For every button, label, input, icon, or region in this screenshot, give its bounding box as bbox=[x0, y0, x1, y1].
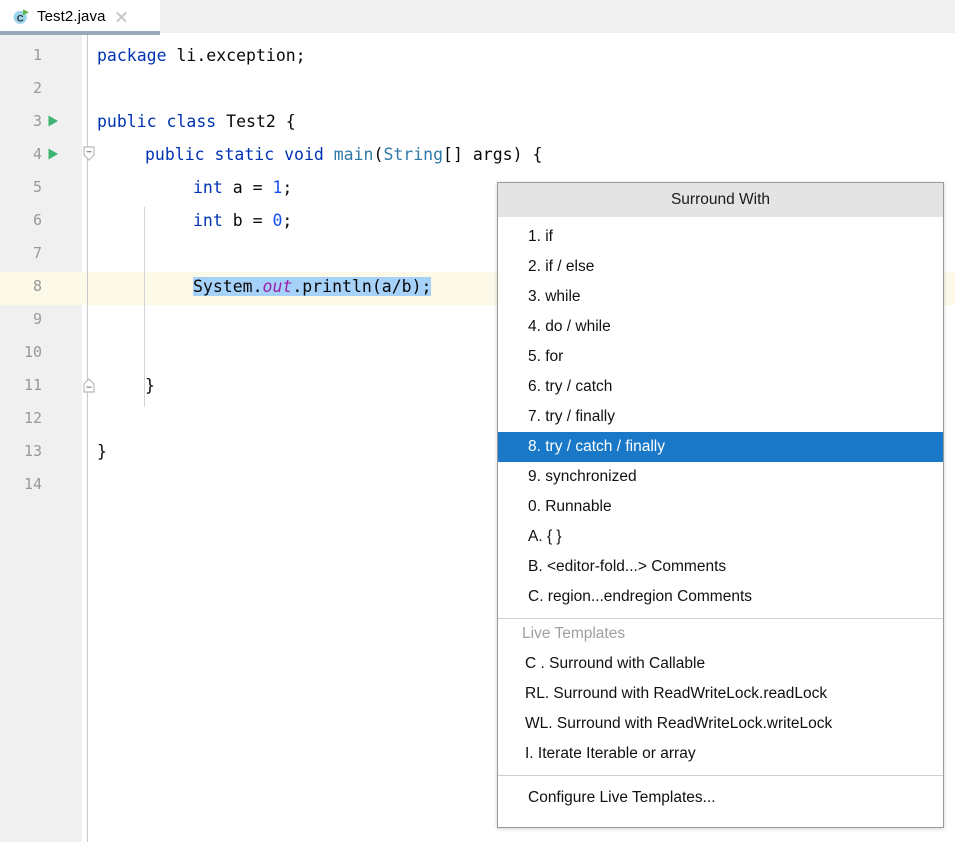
configure-live-templates-button[interactable]: Configure Live Templates... bbox=[498, 783, 943, 813]
popup-item-braces[interactable]: A. { } bbox=[498, 522, 943, 552]
java-class-icon: C bbox=[12, 8, 30, 26]
close-icon[interactable] bbox=[115, 10, 128, 23]
editor-tab-test2-java[interactable]: C Test2.java bbox=[0, 0, 160, 33]
code-text-plain: [] args) { bbox=[443, 145, 543, 164]
popup-item-editor-fold-comments[interactable]: B. <editor-fold...> Comments bbox=[498, 552, 943, 582]
code-line[interactable]: 4 public static void main(String[] args)… bbox=[0, 138, 955, 171]
line-number: 6 bbox=[32, 211, 42, 229]
run-class-icon[interactable] bbox=[45, 113, 61, 129]
popup-item-surround-with-writelock[interactable]: WL. Surround with ReadWriteLock.writeLoc… bbox=[498, 709, 943, 739]
line-number: 2 bbox=[32, 79, 42, 97]
surround-with-popup[interactable]: Surround With 1. if 2. if / else 3. whil… bbox=[497, 182, 944, 828]
line-number: 7 bbox=[32, 244, 42, 262]
code-number-literal: 0 bbox=[272, 211, 283, 230]
code-keyword: int bbox=[193, 178, 223, 197]
code-content: package li.exception; bbox=[97, 39, 306, 72]
popup-item-surround-with-readlock[interactable]: RL. Surround with ReadWriteLock.readLock bbox=[498, 679, 943, 709]
code-line[interactable]: 3 public class Test2 { bbox=[0, 105, 955, 138]
editor-tab-bar: C Test2.java bbox=[0, 0, 955, 35]
popup-item-try-finally[interactable]: 7. try / finally bbox=[498, 402, 943, 432]
popup-item-for[interactable]: 5. for bbox=[498, 342, 943, 372]
code-text-plain: System. bbox=[193, 277, 263, 296]
code-text-plain: ; bbox=[282, 211, 293, 230]
code-content: } bbox=[97, 435, 107, 468]
code-content: public static void main(String[] args) { bbox=[145, 138, 542, 171]
code-static-field: out bbox=[262, 277, 293, 296]
surround-with-options-list[interactable]: 1. if 2. if / else 3. while 4. do / whil… bbox=[498, 217, 943, 612]
popup-item-try-catch[interactable]: 6. try / catch bbox=[498, 372, 943, 402]
line-number: 5 bbox=[32, 178, 42, 196]
live-templates-list[interactable]: C . Surround with Callable RL. Surround … bbox=[498, 649, 943, 769]
code-content: } bbox=[145, 369, 155, 402]
fold-collapse-icon[interactable] bbox=[80, 145, 98, 163]
code-text-plain: .println(a/b); bbox=[292, 277, 432, 296]
code-text-plain: b = bbox=[222, 211, 273, 230]
live-templates-section-title: Live Templates bbox=[522, 625, 626, 642]
line-number: 10 bbox=[23, 343, 42, 361]
code-keyword: public bbox=[97, 112, 157, 131]
code-text-plain: li.exception; bbox=[166, 46, 306, 65]
code-text-plain: } bbox=[145, 376, 155, 395]
code-keyword: package bbox=[97, 46, 167, 65]
code-keyword: public static void bbox=[145, 145, 334, 164]
popup-item-if[interactable]: 1. if bbox=[498, 222, 943, 252]
line-number: 11 bbox=[23, 376, 42, 394]
line-number: 12 bbox=[23, 409, 42, 427]
code-type-name: String bbox=[383, 145, 444, 164]
popup-item-while[interactable]: 3. while bbox=[498, 282, 943, 312]
popup-item-runnable[interactable]: 0. Runnable bbox=[498, 492, 943, 522]
code-content: public class Test2 { bbox=[97, 105, 296, 138]
code-text-plain: { bbox=[275, 112, 296, 131]
run-method-icon[interactable] bbox=[45, 146, 61, 162]
code-keyword: int bbox=[193, 211, 223, 230]
code-content: int a = 1; bbox=[193, 171, 292, 204]
line-number: 14 bbox=[23, 475, 42, 493]
popup-title: Surround With bbox=[498, 183, 943, 217]
fold-collapse-end-icon[interactable] bbox=[80, 376, 98, 394]
code-class-name: Test2 bbox=[226, 112, 276, 131]
code-text-plain: ( bbox=[373, 145, 384, 164]
line-number: 9 bbox=[32, 310, 42, 328]
code-keyword: class bbox=[156, 112, 227, 131]
code-content: System.out.println(a/b); bbox=[193, 270, 432, 303]
line-number: 3 bbox=[32, 112, 42, 130]
line-number: 1 bbox=[32, 46, 42, 64]
popup-item-try-catch-finally[interactable]: 8. try / catch / finally bbox=[498, 432, 943, 462]
code-method-name: main bbox=[333, 145, 374, 164]
ide-window: C Test2.java 1 package li.exception; 2 3 bbox=[0, 0, 955, 842]
code-text-plain: } bbox=[97, 442, 107, 461]
line-number: 4 bbox=[32, 145, 42, 163]
editor-tab-label: Test2.java bbox=[37, 8, 106, 25]
svg-text:C: C bbox=[17, 13, 24, 24]
line-number: 8 bbox=[32, 277, 42, 295]
line-number: 13 bbox=[23, 442, 42, 460]
code-number-literal: 1 bbox=[272, 178, 283, 197]
popup-item-if-else[interactable]: 2. if / else bbox=[498, 252, 943, 282]
code-line[interactable]: 1 package li.exception; bbox=[0, 39, 955, 72]
popup-item-iterate-iterable-or-array[interactable]: I. Iterate Iterable or array bbox=[498, 739, 943, 769]
popup-item-synchronized[interactable]: 9. synchronized bbox=[498, 462, 943, 492]
text-selection: System.out.println(a/b); bbox=[193, 277, 432, 296]
code-text-plain: ; bbox=[282, 178, 293, 197]
code-line[interactable]: 2 bbox=[0, 72, 955, 105]
popup-item-region-comments[interactable]: C. region...endregion Comments bbox=[498, 582, 943, 612]
code-content: int b = 0; bbox=[193, 204, 292, 237]
popup-item-do-while[interactable]: 4. do / while bbox=[498, 312, 943, 342]
code-text-plain: a = bbox=[222, 178, 273, 197]
popup-item-surround-with-callable[interactable]: C . Surround with Callable bbox=[498, 649, 943, 679]
popup-divider bbox=[498, 775, 943, 776]
